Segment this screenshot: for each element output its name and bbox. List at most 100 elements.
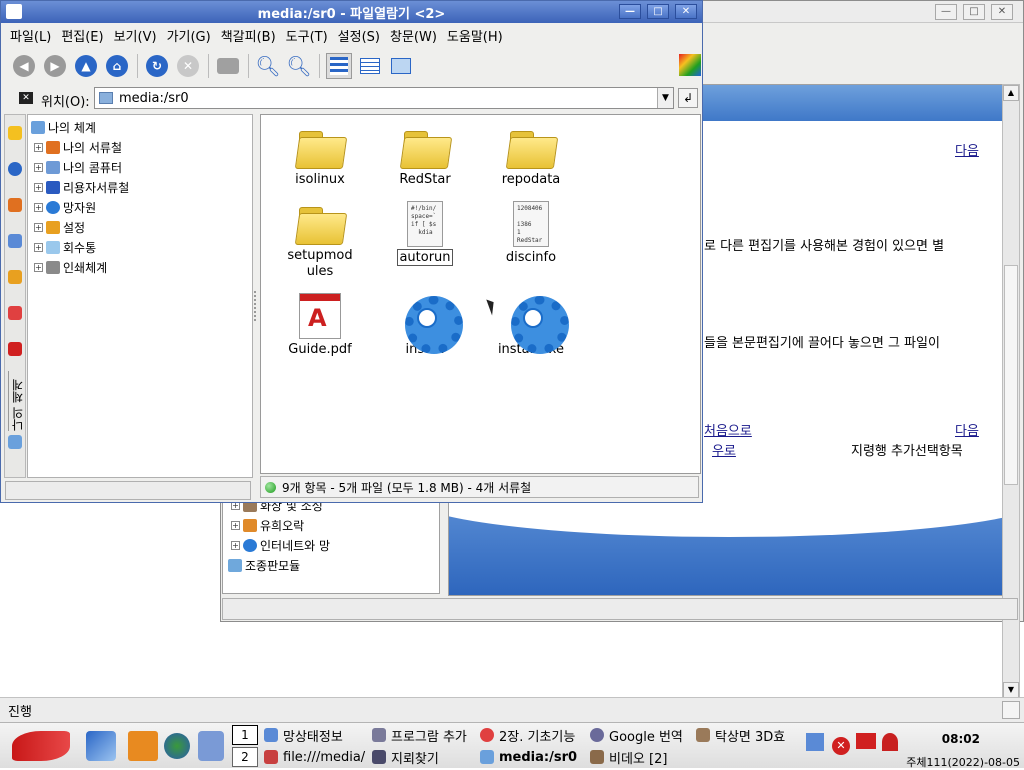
- file-item-install-exe[interactable]: install.exe: [481, 293, 581, 358]
- print-button[interactable]: [215, 53, 241, 79]
- file-item-isolinux[interactable]: isolinux: [270, 125, 370, 188]
- menu-edit[interactable]: 편집(E): [56, 26, 108, 45]
- network-tray-icon[interactable]: [806, 733, 824, 751]
- detail-view-button[interactable]: [357, 53, 383, 79]
- tree-item-my-system[interactable]: 나의 체계: [31, 117, 252, 137]
- resize-grip-icon[interactable]: [1002, 701, 1020, 719]
- menu-settings[interactable]: 설정(S): [333, 26, 385, 45]
- reload-button[interactable]: ↻: [144, 53, 170, 79]
- tree-item-printers[interactable]: + 인쇄체계: [31, 257, 252, 277]
- tree-item-my-computer[interactable]: + 나의 콤퓨터: [31, 157, 252, 177]
- preview-button[interactable]: [388, 53, 414, 79]
- stop-button[interactable]: ✕: [175, 53, 201, 79]
- tree-item[interactable]: + 유희오락: [223, 515, 439, 535]
- taskbar: 1 2 망상태정보 프로그람 추가 2장. 기초기능 Google 번역 탁상면…: [0, 722, 1024, 769]
- zoom-out-button[interactable]: 🔍︎: [286, 53, 312, 79]
- scroll-up-arrow[interactable]: ▲: [1003, 85, 1019, 101]
- scroll-thumb[interactable]: [1004, 265, 1018, 485]
- window-menu-icon[interactable]: [6, 4, 22, 19]
- icon-view-button[interactable]: [326, 53, 352, 79]
- editor-launcher-icon[interactable]: [86, 731, 116, 761]
- location-input[interactable]: media:/sr0 ▼: [94, 87, 674, 109]
- back-button[interactable]: ◀: [11, 53, 37, 79]
- desktop-pager-2[interactable]: 2: [232, 747, 258, 767]
- browser-launcher-icon[interactable]: [164, 733, 190, 759]
- menu-file[interactable]: 파일(L): [5, 26, 56, 45]
- file-item-install[interactable]: install: [375, 293, 475, 358]
- tab-pin[interactable]: [5, 331, 25, 367]
- up-link[interactable]: 우로: [712, 440, 736, 459]
- desktop-effects-icon: [696, 728, 710, 742]
- location-dropdown-icon[interactable]: ▼: [657, 88, 673, 108]
- file-item-redstar[interactable]: RedStar: [375, 125, 475, 188]
- titlebar[interactable]: media:/sr0 - 파일열람기 <2> — □ ✕: [1, 1, 702, 23]
- file-item-guide-pdf[interactable]: A Guide.pdf: [270, 293, 370, 358]
- close-button[interactable]: ✕: [675, 4, 697, 19]
- up-button[interactable]: ▲: [73, 53, 99, 79]
- start-menu-icon[interactable]: [12, 731, 70, 761]
- scroll-down-arrow[interactable]: ▼: [1003, 682, 1019, 698]
- menu-help[interactable]: 도움말(H): [442, 26, 508, 45]
- forward-button[interactable]: ▶: [42, 53, 68, 79]
- task-network-status[interactable]: 망상태정보: [264, 725, 368, 745]
- bg-maximize-button[interactable]: □: [963, 4, 985, 20]
- menu-tools[interactable]: 도구(T): [281, 26, 333, 45]
- maximize-button[interactable]: □: [647, 4, 669, 19]
- tab-tags[interactable]: [5, 295, 25, 331]
- tree-item-user-folder[interactable]: + 리용자서류철: [31, 177, 252, 197]
- task-video[interactable]: 비데오 [2]: [590, 747, 692, 767]
- tab-home[interactable]: [5, 187, 25, 223]
- terminal-launcher-icon[interactable]: [198, 731, 224, 761]
- tab-network[interactable]: [5, 223, 25, 259]
- user-folder-icon: [46, 180, 60, 194]
- splitter-handle[interactable]: [254, 291, 258, 321]
- tree-item[interactable]: 조종판모듈: [223, 555, 439, 575]
- update-tray-icon[interactable]: [882, 733, 898, 751]
- bg-minimize-button[interactable]: —: [935, 4, 957, 20]
- tab-my-system[interactable]: 나의 체계: [8, 371, 26, 431]
- task-help-chapter[interactable]: 2장. 기초기능: [480, 725, 586, 745]
- tab-history[interactable]: [5, 151, 25, 187]
- go-button[interactable]: ↲: [678, 88, 698, 108]
- file-item-discinfo[interactable]: 1208406 i386 1 RedStar discinfo: [481, 201, 581, 266]
- task-desktop-3d[interactable]: 탁상면 3D효: [696, 725, 800, 745]
- files-launcher-icon[interactable]: [128, 731, 158, 761]
- tree-item[interactable]: + 인터네트와 망: [223, 535, 439, 555]
- next-link-top[interactable]: 다음: [955, 140, 979, 159]
- menu-bookmarks[interactable]: 책갈피(B): [216, 26, 281, 45]
- first-link[interactable]: 처음으로: [704, 420, 756, 439]
- tab-system-icon[interactable]: [5, 431, 25, 453]
- tree-item-my-documents[interactable]: + 나의 서류철: [31, 137, 252, 157]
- zoom-in-button[interactable]: 🔍︎: [255, 53, 281, 79]
- menu-window[interactable]: 창문(W): [385, 26, 442, 45]
- activity-throbber-icon: [679, 54, 701, 76]
- tree-item-trash[interactable]: + 회수통: [31, 237, 252, 257]
- clock-time[interactable]: 08:02: [942, 732, 980, 746]
- task-minesweeper[interactable]: 지뢰찾기: [372, 747, 476, 767]
- tree-item-settings[interactable]: + 설정: [31, 217, 252, 237]
- tab-bookmarks[interactable]: [5, 115, 25, 151]
- next-link-bottom[interactable]: 다음: [955, 420, 979, 439]
- file-item-setupmodules[interactable]: setupmodules: [270, 201, 370, 280]
- file-item-repodata[interactable]: repodata: [481, 125, 581, 188]
- tab-services[interactable]: [5, 259, 25, 295]
- task-file-browser[interactable]: file:///media/: [264, 747, 368, 767]
- task-google-translate[interactable]: Google 번역: [590, 725, 692, 745]
- flag-tray-icon[interactable]: [856, 733, 876, 749]
- gear-icon: [508, 293, 569, 354]
- volume-muted-tray-icon[interactable]: ✕: [832, 737, 850, 755]
- menu-go[interactable]: 가기(G): [162, 26, 216, 45]
- task-add-program[interactable]: 프로그람 추가: [372, 725, 476, 745]
- desktop-pager-1[interactable]: 1: [232, 725, 258, 745]
- file-item-autorun[interactable]: #!/bin/ space=` if [ $s kdia autorun: [375, 201, 475, 266]
- minimize-button[interactable]: —: [619, 4, 641, 19]
- home-button[interactable]: ⌂: [104, 53, 130, 79]
- bg-close-button[interactable]: ✕: [991, 4, 1013, 20]
- home-folder-icon: [8, 198, 22, 212]
- clear-location-icon[interactable]: ✕: [19, 92, 33, 104]
- printer-icon: [217, 58, 239, 74]
- tree-item-network[interactable]: + 망자원: [31, 197, 252, 217]
- task-media-sr0-active[interactable]: media:/sr0: [480, 747, 586, 767]
- menu-view[interactable]: 보기(V): [109, 26, 162, 45]
- browser-icon: [590, 728, 604, 742]
